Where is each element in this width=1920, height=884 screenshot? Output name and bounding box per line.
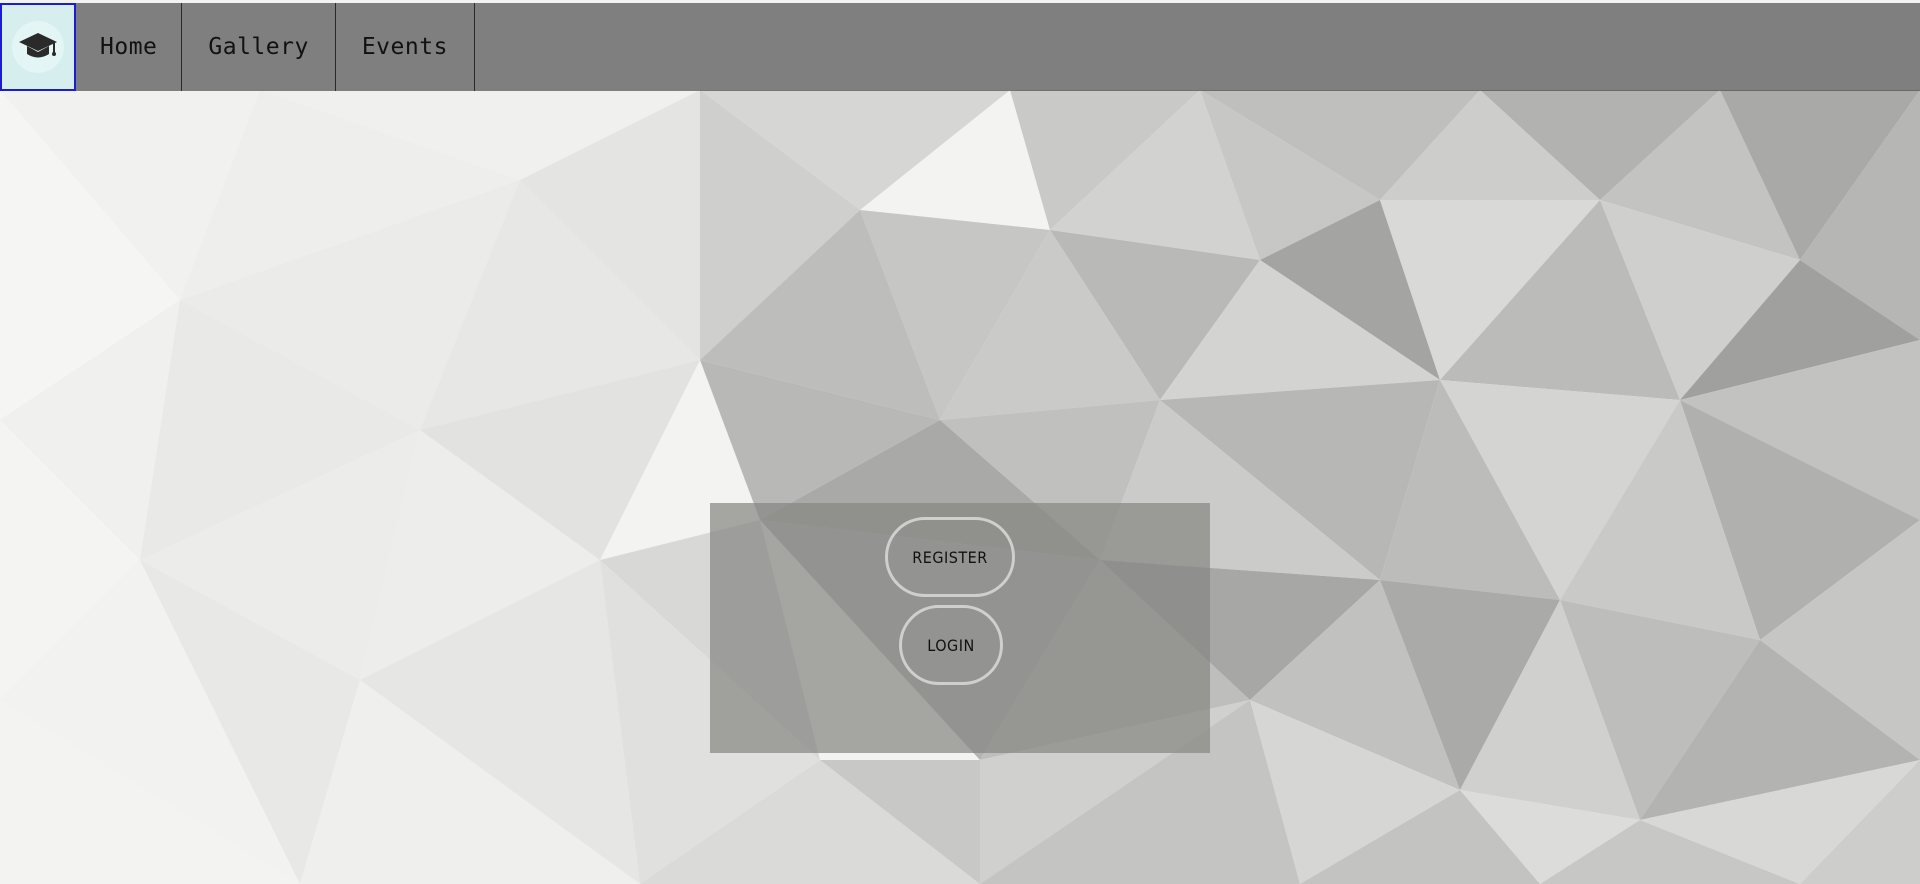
graduation-cap-icon [19, 33, 57, 58]
nav-item-events[interactable]: Events [336, 3, 475, 91]
logo-button[interactable] [0, 3, 76, 91]
logo-badge [12, 21, 64, 73]
login-label: LOGIN [927, 635, 975, 655]
page: Home Gallery Events REGISTER LOGIN [0, 0, 1920, 884]
register-label: REGISTER [912, 547, 988, 567]
nav-item-home[interactable]: Home [76, 3, 183, 91]
auth-panel: REGISTER LOGIN [710, 503, 1210, 753]
top-navbar: Home Gallery Events [0, 3, 1920, 91]
nav-item-gallery[interactable]: Gallery [182, 3, 336, 91]
login-button[interactable]: LOGIN [899, 605, 1003, 685]
register-button[interactable]: REGISTER [885, 517, 1015, 597]
nav-item-label: Home [100, 34, 158, 60]
nav-item-label: Events [361, 34, 448, 60]
nav-item-label: Gallery [208, 34, 309, 60]
